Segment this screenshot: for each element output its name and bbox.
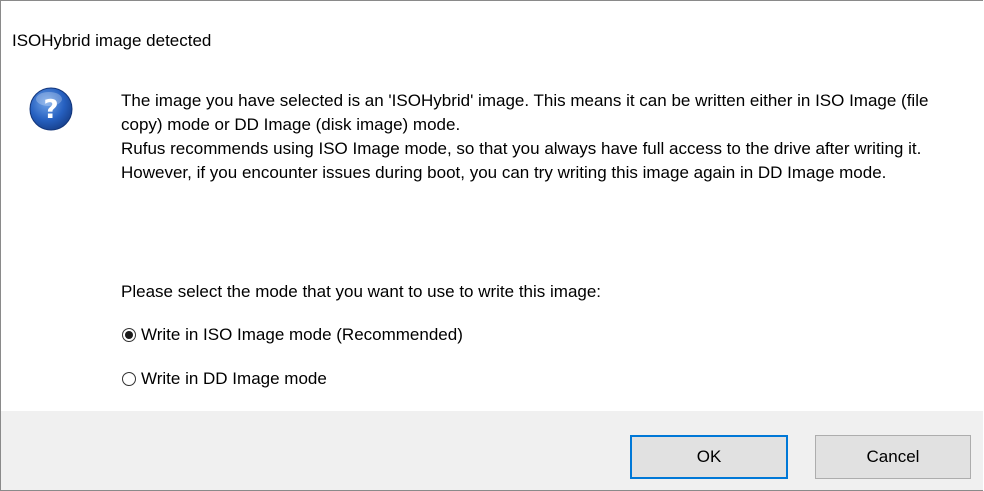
message-line: However, if you encounter issues during … xyxy=(121,163,887,182)
mode-prompt: Please select the mode that you want to … xyxy=(121,282,602,301)
svg-text:?: ? xyxy=(43,95,58,125)
dialog-window: ISOHybrid image detected ? The image you… xyxy=(0,0,983,491)
ok-button[interactable]: OK xyxy=(630,435,788,479)
dd-mode-label[interactable]: Write in DD Image mode xyxy=(141,369,327,389)
dialog-message: The image you have selected is an 'ISOHy… xyxy=(121,89,971,185)
iso-mode-label[interactable]: Write in ISO Image mode (Recommended) xyxy=(141,325,463,345)
cancel-button[interactable]: Cancel xyxy=(815,435,971,479)
dd-mode-radio[interactable] xyxy=(122,372,136,386)
question-icon: ? xyxy=(29,87,73,131)
dialog-title: ISOHybrid image detected xyxy=(12,31,212,50)
iso-mode-radio[interactable] xyxy=(122,328,136,342)
iso-mode-option[interactable]: Write in ISO Image mode (Recommended) xyxy=(121,325,463,345)
message-line: Rufus recommends using ISO Image mode, s… xyxy=(121,139,922,158)
message-line: The image you have selected is an 'ISOHy… xyxy=(121,91,929,134)
dd-mode-option[interactable]: Write in DD Image mode xyxy=(121,369,327,389)
dialog-content xyxy=(1,1,983,411)
